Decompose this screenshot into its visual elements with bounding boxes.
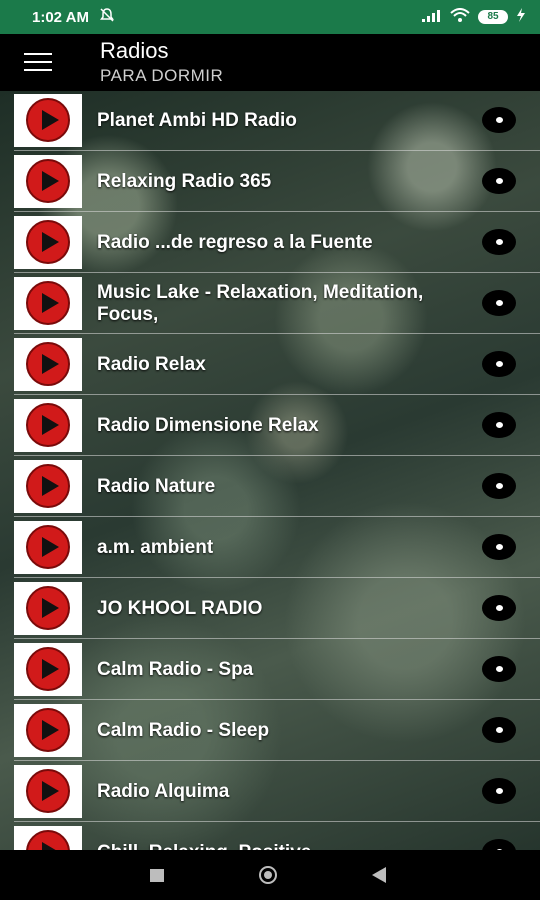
play-button-icon[interactable]: [14, 155, 82, 208]
station-name[interactable]: Music Lake - Relaxation, Meditation, Foc…: [97, 274, 477, 333]
status-bar: 1:02 AM 85: [0, 0, 540, 34]
back-triangle-icon[interactable]: [372, 867, 386, 883]
station-row[interactable]: Radio ...de regreso a la Fuente: [14, 213, 540, 273]
station-name[interactable]: Radio Alquima: [97, 762, 477, 821]
home-circle-icon[interactable]: [259, 866, 277, 884]
station-row[interactable]: Music Lake - Relaxation, Meditation, Foc…: [14, 274, 540, 334]
station-row[interactable]: Radio Dimensione Relax: [14, 396, 540, 456]
station-row[interactable]: Radio Relax: [14, 335, 540, 395]
station-name[interactable]: Relaxing Radio 365: [97, 152, 477, 211]
station-row[interactable]: Chill, Relaxing, Positive: [14, 823, 540, 850]
station-row[interactable]: Calm Radio - Sleep: [14, 701, 540, 761]
station-list[interactable]: Planet Ambi HD Radio Relaxing Radio 365 …: [0, 91, 540, 850]
wifi-icon: [450, 8, 470, 26]
more-options-icon[interactable]: [482, 412, 516, 438]
more-options-icon[interactable]: [482, 351, 516, 377]
station-row[interactable]: a.m. ambient: [14, 518, 540, 578]
play-button-icon[interactable]: [14, 582, 82, 635]
station-name[interactable]: JO KHOOL RADIO: [97, 579, 477, 638]
status-icons: 85: [422, 8, 526, 26]
station-row[interactable]: Radio Alquima: [14, 762, 540, 822]
station-name[interactable]: Radio Relax: [97, 335, 477, 394]
station-row[interactable]: Radio Nature: [14, 457, 540, 517]
more-options-icon[interactable]: [482, 839, 516, 850]
more-options-icon[interactable]: [482, 107, 516, 133]
station-name[interactable]: Radio Nature: [97, 457, 477, 516]
more-options-icon[interactable]: [482, 595, 516, 621]
station-name[interactable]: Planet Ambi HD Radio: [97, 91, 477, 150]
station-row[interactable]: Planet Ambi HD Radio: [14, 91, 540, 151]
signal-icon: [422, 9, 442, 26]
play-button-icon[interactable]: [14, 521, 82, 574]
bolt-icon: [516, 8, 526, 26]
status-time: 1:02 AM: [32, 8, 89, 26]
more-options-icon[interactable]: [482, 717, 516, 743]
play-button-icon[interactable]: [14, 338, 82, 391]
station-name[interactable]: a.m. ambient: [97, 518, 477, 577]
play-button-icon[interactable]: [14, 643, 82, 696]
station-name[interactable]: Calm Radio - Spa: [97, 640, 477, 699]
page-title: Radios: [100, 38, 169, 63]
system-nav-bar: [0, 850, 540, 900]
station-name[interactable]: Calm Radio - Sleep: [97, 701, 477, 760]
play-button-icon[interactable]: [14, 826, 82, 850]
more-options-icon[interactable]: [482, 168, 516, 194]
bell-slash-icon: [99, 7, 115, 27]
more-options-icon[interactable]: [482, 778, 516, 804]
station-name[interactable]: Radio Dimensione Relax: [97, 396, 477, 455]
station-row[interactable]: Calm Radio - Spa: [14, 640, 540, 700]
more-options-icon[interactable]: [482, 290, 516, 316]
hamburger-menu-icon[interactable]: [24, 51, 52, 73]
more-options-icon[interactable]: [482, 656, 516, 682]
app-bar: Radios PARA DORMIR: [0, 34, 540, 91]
more-options-icon[interactable]: [482, 473, 516, 499]
more-options-icon[interactable]: [482, 534, 516, 560]
play-button-icon[interactable]: [14, 399, 82, 452]
play-button-icon[interactable]: [14, 704, 82, 757]
page-subtitle: PARA DORMIR: [100, 66, 224, 85]
square-icon[interactable]: [150, 869, 164, 882]
more-options-icon[interactable]: [482, 229, 516, 255]
battery-indicator: 85: [478, 10, 508, 24]
station-row[interactable]: Relaxing Radio 365: [14, 152, 540, 212]
play-button-icon[interactable]: [14, 216, 82, 269]
play-button-icon[interactable]: [14, 765, 82, 818]
play-button-icon[interactable]: [14, 460, 82, 513]
station-name[interactable]: Chill, Relaxing, Positive: [97, 823, 477, 851]
station-row[interactable]: JO KHOOL RADIO: [14, 579, 540, 639]
station-name[interactable]: Radio ...de regreso a la Fuente: [97, 213, 477, 272]
play-button-icon[interactable]: [14, 94, 82, 147]
play-button-icon[interactable]: [14, 277, 82, 330]
